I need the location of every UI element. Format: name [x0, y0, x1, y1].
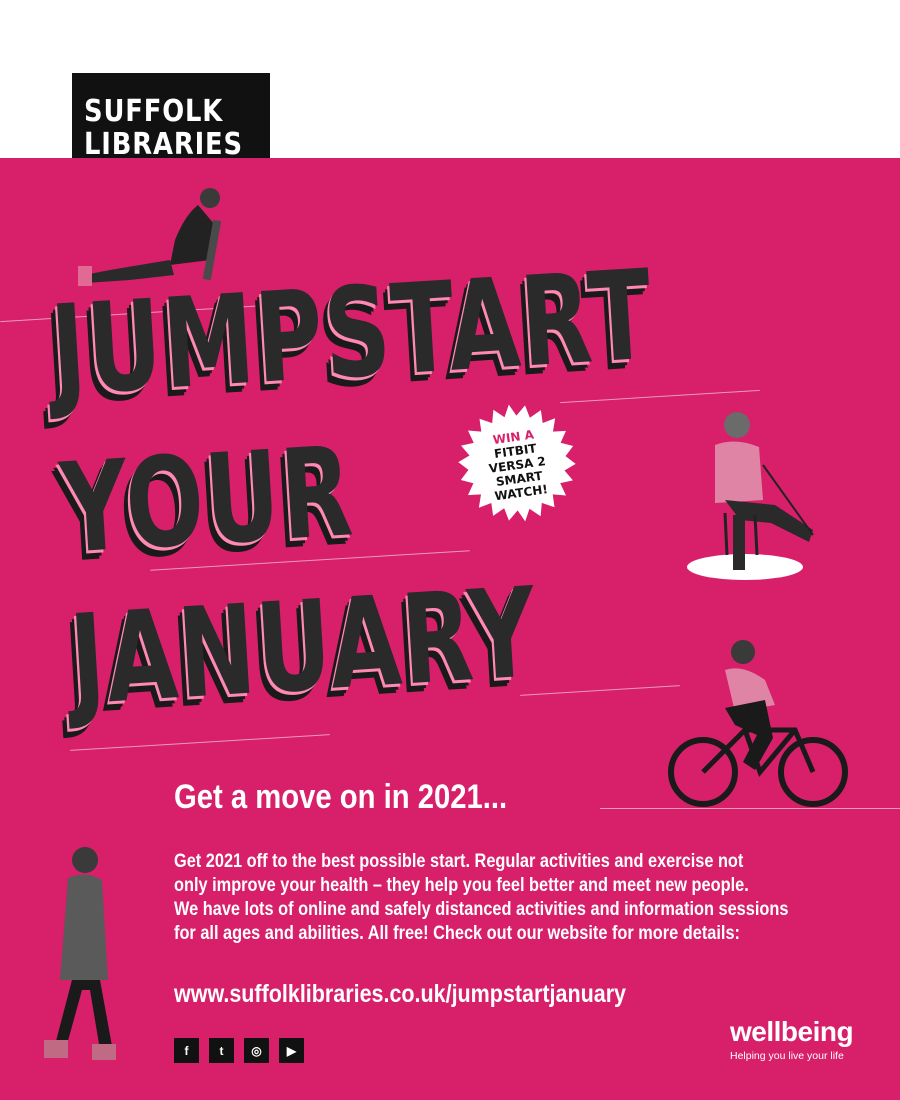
instagram-icon[interactable]: ◎	[244, 1038, 269, 1063]
cyclist-image	[668, 640, 848, 807]
twitter-icon[interactable]: t	[209, 1038, 234, 1063]
body-paragraph: Get 2021 off to the best possible start.…	[174, 850, 845, 946]
seated-exercise-person-image	[687, 412, 814, 580]
social-icons: f t ◎ ▶	[174, 1038, 304, 1063]
headline-line-2: YOUR	[56, 420, 358, 582]
body-line: We have lots of online and safely distan…	[174, 899, 789, 920]
body-line: only improve your health – they help you…	[174, 875, 749, 896]
body-line: Get 2021 off to the best possible start.…	[174, 851, 744, 872]
website-link[interactable]: www.suffolklibraries.co.uk/jumpstartjanu…	[174, 980, 626, 1009]
suffolk-libraries-logo[interactable]: SUFFOLK LIBRARIES	[72, 73, 270, 158]
headline-line-3: JANUARY	[66, 561, 542, 734]
subheading: Get a move on in 2021...	[174, 778, 508, 816]
prize-badge: WIN A FITBIT VERSA 2 SMART WATCH!	[448, 394, 586, 532]
walking-person-image	[44, 847, 116, 1060]
logo-line-1: SUFFOLK	[84, 94, 224, 129]
wellbeing-wordmark: wellbeing	[730, 1016, 854, 1047]
facebook-icon[interactable]: f	[174, 1038, 199, 1063]
youtube-icon[interactable]: ▶	[279, 1038, 304, 1063]
logo-line-2: LIBRARIES	[84, 127, 243, 159]
wellbeing-tagline: Helping you live your life	[730, 1050, 844, 1062]
yoga-person-image	[78, 188, 222, 286]
body-line: for all ages and abilities. All free! Ch…	[174, 923, 740, 944]
wellbeing-logo[interactable]: wellbeing Helping you live your life	[730, 1016, 870, 1063]
